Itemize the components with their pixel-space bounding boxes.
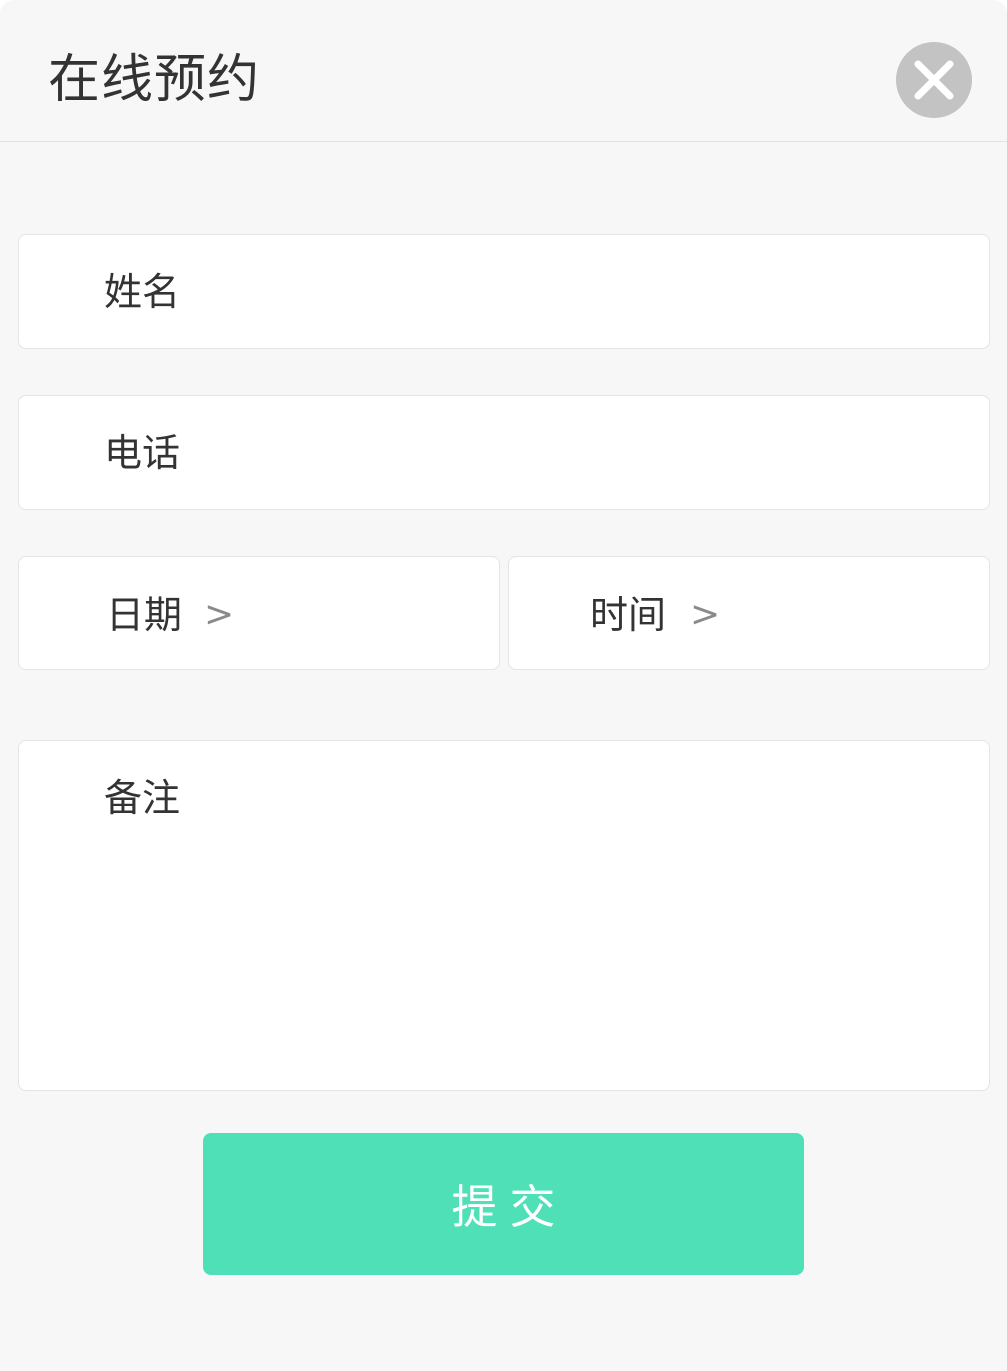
time-label: 时间 [590,593,667,637]
phone-input[interactable] [219,429,959,479]
phone-field[interactable]: 电话 [18,395,990,510]
close-button[interactable] [896,42,972,118]
date-picker[interactable]: 日期 > [18,556,500,670]
chevron-right-icon: > [690,594,721,635]
submit-button[interactable]: 提交 [203,1133,804,1275]
note-textarea[interactable] [219,771,959,1060]
date-label: 日期 [106,593,183,637]
phone-label: 电话 [104,431,181,475]
name-label: 姓名 [104,270,181,314]
close-icon [914,60,954,100]
note-label: 备注 [104,776,181,820]
name-input[interactable] [219,268,959,318]
time-picker[interactable]: 时间 > [508,556,990,670]
chevron-right-icon: > [204,594,235,635]
modal-title: 在线预约 [48,50,261,110]
note-field[interactable]: 备注 [18,740,990,1091]
name-field[interactable]: 姓名 [18,234,990,349]
modal-header: 在线预约 [0,0,1007,142]
booking-modal: 在线预约 姓名 电话 日期 > 时间 > 备注 提交 [0,0,1007,1371]
